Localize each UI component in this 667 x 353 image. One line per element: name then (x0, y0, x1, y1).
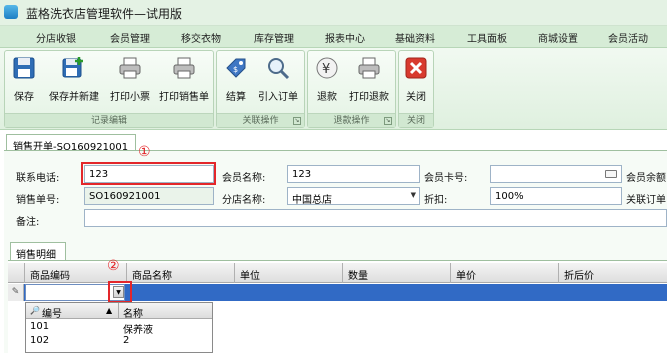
ribbon-toolbar: 保存 保存并新建 打印小票 打印销售单 记录编辑 $ 结算 引入订单 关联操作 … (0, 48, 667, 130)
list-item[interactable]: 101 保养液 (26, 321, 212, 336)
menu-item-members[interactable]: 会员管理 (110, 30, 150, 45)
refund-button[interactable]: ¥ 退款 (312, 55, 342, 111)
menu-item-cashier[interactable]: 分店收银 (36, 30, 76, 45)
ribbon-group-label: 退款操作 (308, 113, 395, 127)
menu-item-activities[interactable]: 会员活动 (608, 30, 648, 45)
column-divider (24, 263, 25, 283)
column-divider (342, 263, 343, 283)
menu-item-reports[interactable]: 报表中心 (325, 30, 365, 45)
item-name: 2 (123, 335, 130, 346)
ribbon-group-label: 关联操作 (217, 113, 304, 127)
highlight-box-phone (81, 162, 216, 185)
remark-label: 备注: (16, 217, 40, 228)
column-divider (118, 303, 119, 319)
tab-sales-detail[interactable]: 销售明细 (10, 242, 66, 261)
print-refund-button[interactable]: 打印退款 (346, 55, 392, 111)
save-button[interactable]: 保存 (9, 55, 39, 111)
import-order-button[interactable]: 引入订单 (255, 55, 301, 111)
app-logo-icon (4, 5, 18, 19)
close-icon (405, 57, 427, 79)
close-button[interactable]: 关闭 (402, 55, 430, 111)
member-card-label: 会员卡号: (424, 173, 468, 184)
svg-text:¥: ¥ (322, 62, 330, 77)
member-card-input[interactable] (490, 165, 622, 183)
order-number-input[interactable]: SO160921001 (84, 187, 214, 205)
item-code-dropdown: 🔎 编号 ▲ 名称 101 保养液 102 2 (25, 302, 213, 353)
dropdown-column-name[interactable]: 名称 (123, 305, 143, 320)
magnifier-icon (268, 58, 290, 80)
annotation-marker-1: ① (138, 144, 151, 160)
menu-item-inventory[interactable]: 库存管理 (254, 30, 294, 45)
highlight-box-dropdown (108, 281, 132, 303)
menu-item-transfer[interactable]: 移交衣物 (181, 30, 221, 45)
store-name-select[interactable]: 中国总店 ▼ (287, 187, 420, 205)
print-receipt-button[interactable]: 打印小票 (107, 55, 153, 111)
card-reader-icon[interactable] (605, 170, 617, 178)
svg-text:$: $ (233, 65, 238, 74)
ribbon-group-record-edit: 保存 保存并新建 打印小票 打印销售单 记录编辑 (4, 50, 214, 128)
ribbon-group-label: 记录编辑 (5, 113, 213, 127)
pencil-edit-icon: ✎ (8, 284, 24, 301)
menu-bar: 分店收银 会员管理 移交衣物 库存管理 报表中心 基础资料 工具面板 商城设置 … (0, 26, 667, 48)
ribbon-group-close: 关闭 关闭 (398, 50, 434, 128)
sort-up-icon: ▲ (106, 306, 113, 315)
print-sales-order-button[interactable]: 打印销售单 (157, 55, 211, 111)
dialog-launcher-icon[interactable]: ↘ (384, 117, 392, 125)
list-item[interactable]: 102 2 (26, 335, 212, 348)
dropdown-column-code[interactable]: 编号 (42, 305, 62, 320)
save-new-icon (62, 57, 83, 78)
price-tag-icon: $ (226, 58, 246, 78)
related-order-label: 关联订单 (626, 195, 666, 206)
table-row[interactable]: ✎ ▼ (8, 284, 667, 301)
column-header-item-code[interactable]: 商品编码 (30, 267, 70, 282)
menu-item-tools[interactable]: 工具面板 (467, 30, 507, 45)
checkout-button[interactable]: $ 结算 (221, 55, 251, 111)
member-balance-label: 会员余额 (626, 173, 666, 184)
phone-label: 联系电话: (16, 173, 60, 184)
column-divider (558, 263, 559, 283)
menu-item-mall[interactable]: 商城设置 (538, 30, 578, 45)
printer-icon (173, 57, 195, 79)
discount-label: 折扣: (424, 195, 448, 206)
title-bar: 蓝格洗衣店管理软件—试用版 (0, 0, 667, 26)
printer-icon (358, 57, 380, 79)
order-number-label: 销售单号: (16, 195, 60, 206)
column-header-item-name[interactable]: 商品名称 (132, 267, 172, 282)
ribbon-group-refund-ops: ¥ 退款 打印退款 退款操作 ↘ (307, 50, 396, 128)
discount-input[interactable]: 100% (490, 187, 622, 205)
app-title: 蓝格洗衣店管理软件—试用版 (26, 7, 183, 21)
member-name-input[interactable]: 123 (287, 165, 420, 183)
item-name: 保养液 (123, 325, 153, 336)
column-header-discounted-price[interactable]: 折后价 (564, 267, 594, 282)
chevron-down-icon: ▼ (410, 191, 416, 199)
store-name-label: 分店名称: (222, 195, 266, 206)
menu-item-basic-data[interactable]: 基础资料 (395, 30, 435, 45)
ribbon-group-related-ops: $ 结算 引入订单 关联操作 ↘ (216, 50, 305, 128)
save-and-new-button[interactable]: 保存并新建 (47, 55, 101, 111)
store-name-value: 中国总店 (292, 195, 332, 205)
dialog-launcher-icon[interactable]: ↘ (293, 117, 301, 125)
item-code: 102 (30, 335, 50, 346)
ribbon-group-label: 关闭 (399, 113, 433, 127)
remark-input[interactable] (84, 209, 667, 227)
column-header-unit[interactable]: 单位 (240, 267, 260, 282)
item-code: 101 (30, 321, 50, 332)
floppy-disk-icon (13, 57, 35, 79)
column-header-quantity[interactable]: 数量 (348, 267, 368, 282)
column-divider (234, 263, 235, 283)
member-name-label: 会员名称: (222, 173, 266, 184)
yen-coin-icon: ¥ (316, 57, 338, 79)
dropdown-header: 🔎 编号 ▲ 名称 (26, 303, 212, 320)
binoculars-icon: 🔎 (30, 306, 40, 315)
printer-icon (119, 57, 141, 79)
column-divider (450, 263, 451, 283)
tab-sales-order[interactable]: 销售开单-SO160921001 (6, 134, 136, 153)
column-divider (126, 263, 127, 283)
annotation-marker-2: ② (107, 258, 120, 274)
column-header-unit-price[interactable]: 单价 (456, 267, 476, 282)
